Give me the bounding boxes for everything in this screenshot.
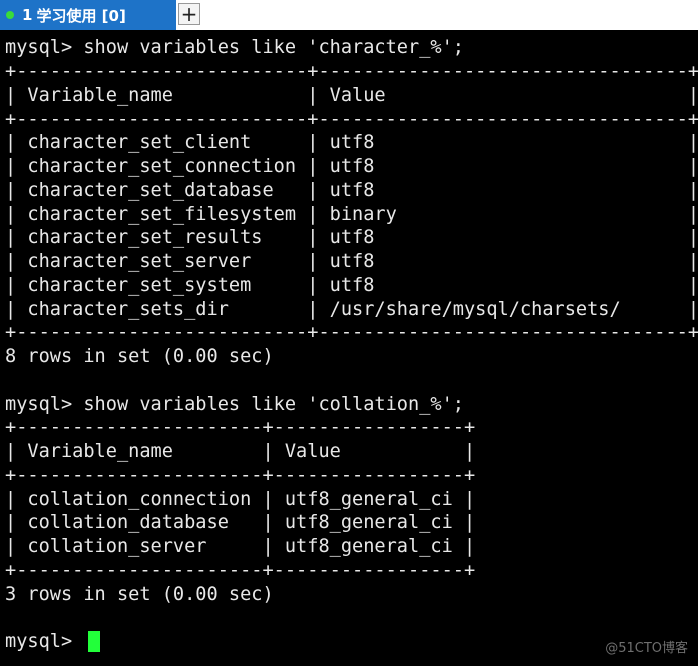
terminal-line: | character_set_connection | utf8 | <box>5 156 698 177</box>
terminal-line: | Variable_name | Value | <box>5 441 476 462</box>
terminal-line: +--------------------------+------------… <box>5 322 698 343</box>
terminal-line: | collation_connection | utf8_general_ci… <box>5 489 476 510</box>
terminal-line: | collation_server | utf8_general_ci | <box>5 536 476 557</box>
tab-number: 1 <box>22 6 33 24</box>
new-tab-button[interactable]: + <box>178 3 200 25</box>
terminal-line: +----------------------+----------------… <box>5 417 476 438</box>
terminal-line: +--------------------------+------------… <box>5 109 698 130</box>
tab-title: 学习使用 [0] <box>36 6 126 25</box>
terminal-line: +----------------------+----------------… <box>5 465 476 486</box>
terminal-line: | character_set_client | utf8 | <box>5 132 698 153</box>
terminal-line: | character_set_filesystem | binary | <box>5 204 698 225</box>
terminal-line: mysql> show variables like 'collation_%'… <box>5 394 464 415</box>
terminal-line: | character_set_server | utf8 | <box>5 251 698 272</box>
terminal-line: 8 rows in set (0.00 sec) <box>5 346 274 367</box>
terminal-line: | collation_database | utf8_general_ci | <box>5 512 476 533</box>
terminal-line: mysql> show variables like 'character_%'… <box>5 37 464 58</box>
terminal-line: | character_sets_dir | /usr/share/mysql/… <box>5 299 698 320</box>
terminal-output[interactable]: mysql> show variables like 'character_%'… <box>0 30 698 666</box>
terminal-line: | character_set_system | utf8 | <box>5 275 698 296</box>
watermark: @51CTO博客 <box>605 641 688 656</box>
terminal-line: | Variable_name | Value | <box>5 85 698 106</box>
terminal-cursor <box>88 631 100 652</box>
terminal-line: +--------------------------+------------… <box>5 61 698 82</box>
tab-bar: 1 学习使用 [0] + <box>0 0 698 31</box>
terminal-line: | character_set_database | utf8 | <box>5 180 698 201</box>
terminal-prompt: mysql> <box>5 631 84 652</box>
tab-session[interactable]: 1 学习使用 [0] <box>0 0 176 30</box>
terminal-line: +----------------------+----------------… <box>5 560 476 581</box>
terminal-line: 3 rows in set (0.00 sec) <box>5 584 274 605</box>
terminal-line: | character_set_results | utf8 | <box>5 227 698 248</box>
connection-status-icon <box>6 11 14 19</box>
